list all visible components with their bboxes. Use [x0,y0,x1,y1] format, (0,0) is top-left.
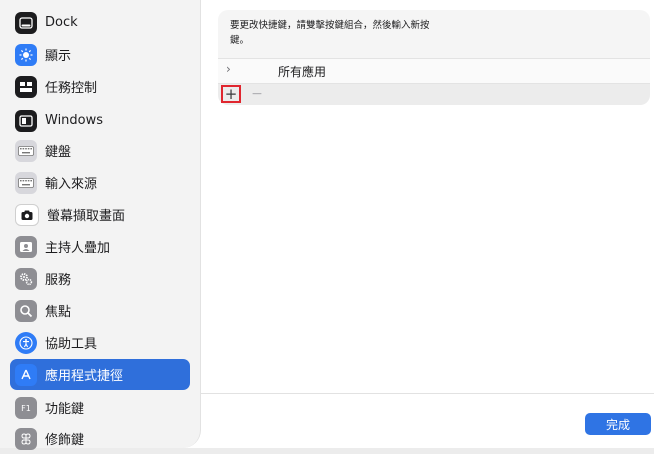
chevron-right-icon[interactable]: › [226,62,231,76]
dock-icon [15,11,37,34]
windows-icon [15,109,37,132]
sidebar-item-display[interactable]: 顯示 [10,39,190,70]
sidebar-item-label: 鍵盤 [45,145,72,160]
sidebar: Dock 顯示 任務控制 Windows 鍵盤 輸入來源 螢幕擷取畫面 主持人疊… [0,0,201,450]
sidebar-item-label: 服務 [45,273,72,288]
sidebar-item-input-sources[interactable]: 輸入來源 [10,167,190,198]
sidebar-item-windows[interactable]: Windows [10,105,190,136]
sidebar-item-keyboard[interactable]: 鍵盤 [10,135,190,166]
sidebar-item-modifier-keys[interactable]: 修飾鍵 [10,423,190,454]
sidebar-item-app-shortcuts[interactable]: 應用程式捷徑 [10,359,190,390]
brightness-icon [15,43,37,66]
sidebar-item-dock[interactable]: Dock [10,7,190,38]
function-keys-icon: F1 [15,396,37,419]
add-remove-bar: + − [218,84,650,105]
done-button[interactable]: 完成 [585,413,651,435]
keyboard-icon [15,139,37,162]
keyboard-shortcuts-window: Dock 顯示 任務控制 Windows 鍵盤 輸入來源 螢幕擷取畫面 主持人疊… [0,0,654,450]
sidebar-item-services[interactable]: 服務 [10,263,190,294]
main-content: 要更改快捷鍵，請雙擊按鍵組合，然後輸入新按鍵。 › 所有應用 + − [201,0,654,448]
sidebar-item-label: Dock [45,15,78,30]
shortcuts-panel: 要更改快捷鍵，請雙擊按鍵組合，然後輸入新按鍵。 › 所有應用 + − [218,10,650,105]
sidebar-item-label: 螢幕擷取畫面 [47,209,126,224]
sidebar-item-function-keys[interactable]: F1 功能鍵 [10,392,190,423]
input-sources-icon [15,171,37,194]
all-applications-label: 所有應用 [278,65,327,79]
svg-text:F1: F1 [21,404,31,413]
presenter-overlay-icon [15,235,37,258]
modifier-keys-icon [15,427,37,450]
app-shortcuts-icon [15,363,37,386]
instruction-text: 要更改快捷鍵，請雙擊按鍵組合，然後輸入新按鍵。 [230,20,430,46]
all-applications-row[interactable]: › 所有應用 [218,58,650,84]
sidebar-item-label: 輸入來源 [45,177,98,192]
sidebar-item-label: 焦點 [45,305,72,320]
screenshot-icon [15,203,39,226]
sidebar-item-focus[interactable]: 焦點 [10,295,190,326]
services-gear-icon [15,267,37,290]
sidebar-item-mission-control[interactable]: 任務控制 [10,71,190,102]
sidebar-item-label: 修飾鍵 [45,433,85,448]
mission-control-icon [15,75,37,98]
add-shortcut-button[interactable]: + [221,85,241,103]
sidebar-item-label: 主持人疊加 [45,241,111,256]
sidebar-item-screenshot[interactable]: 螢幕擷取畫面 [10,199,190,230]
remove-shortcut-button[interactable]: − [250,85,264,103]
sidebar-item-label: 協助工具 [45,337,98,352]
focus-magnifier-icon [15,299,37,322]
footer-divider [201,393,654,394]
sidebar-item-label: 任務控制 [45,81,98,96]
sidebar-item-accessibility[interactable]: 協助工具 [10,327,190,358]
accessibility-icon [15,331,37,354]
sidebar-item-presenter-overlay[interactable]: 主持人疊加 [10,231,190,262]
sidebar-item-label: Windows [45,113,104,128]
sidebar-item-label: 顯示 [45,49,72,64]
sidebar-item-label: 功能鍵 [45,402,85,417]
sidebar-item-label: 應用程式捷徑 [45,369,124,384]
